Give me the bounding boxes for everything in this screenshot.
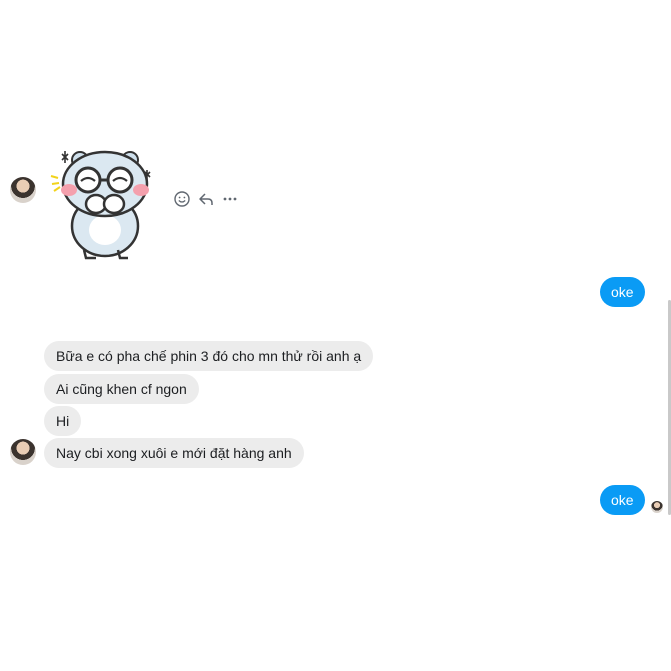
bear-sticker[interactable] <box>48 146 158 261</box>
message-actions <box>173 189 239 209</box>
outgoing-message[interactable]: oke <box>600 485 645 515</box>
reply-icon[interactable] <box>197 190 215 208</box>
incoming-message[interactable]: Hi <box>44 406 82 436</box>
more-icon[interactable] <box>221 190 239 208</box>
message-thread: oke Bữa e có pha chế phin 3 đó cho mn th… <box>0 0 671 671</box>
bear-sticker-image <box>50 150 151 260</box>
outgoing-message[interactable]: oke <box>600 277 645 307</box>
incoming-message[interactable]: Bữa e có pha chế phin 3 đó cho mn thử rồ… <box>44 341 374 371</box>
smiley-icon[interactable] <box>173 190 191 208</box>
incoming-message[interactable]: Nay cbi xong xuôi e mới đặt hàng anh <box>44 438 304 468</box>
contact-avatar[interactable] <box>10 177 36 203</box>
seen-avatar <box>651 501 663 513</box>
contact-avatar[interactable] <box>10 439 36 465</box>
incoming-message[interactable]: Ai cũng khen cf ngon <box>44 374 199 404</box>
